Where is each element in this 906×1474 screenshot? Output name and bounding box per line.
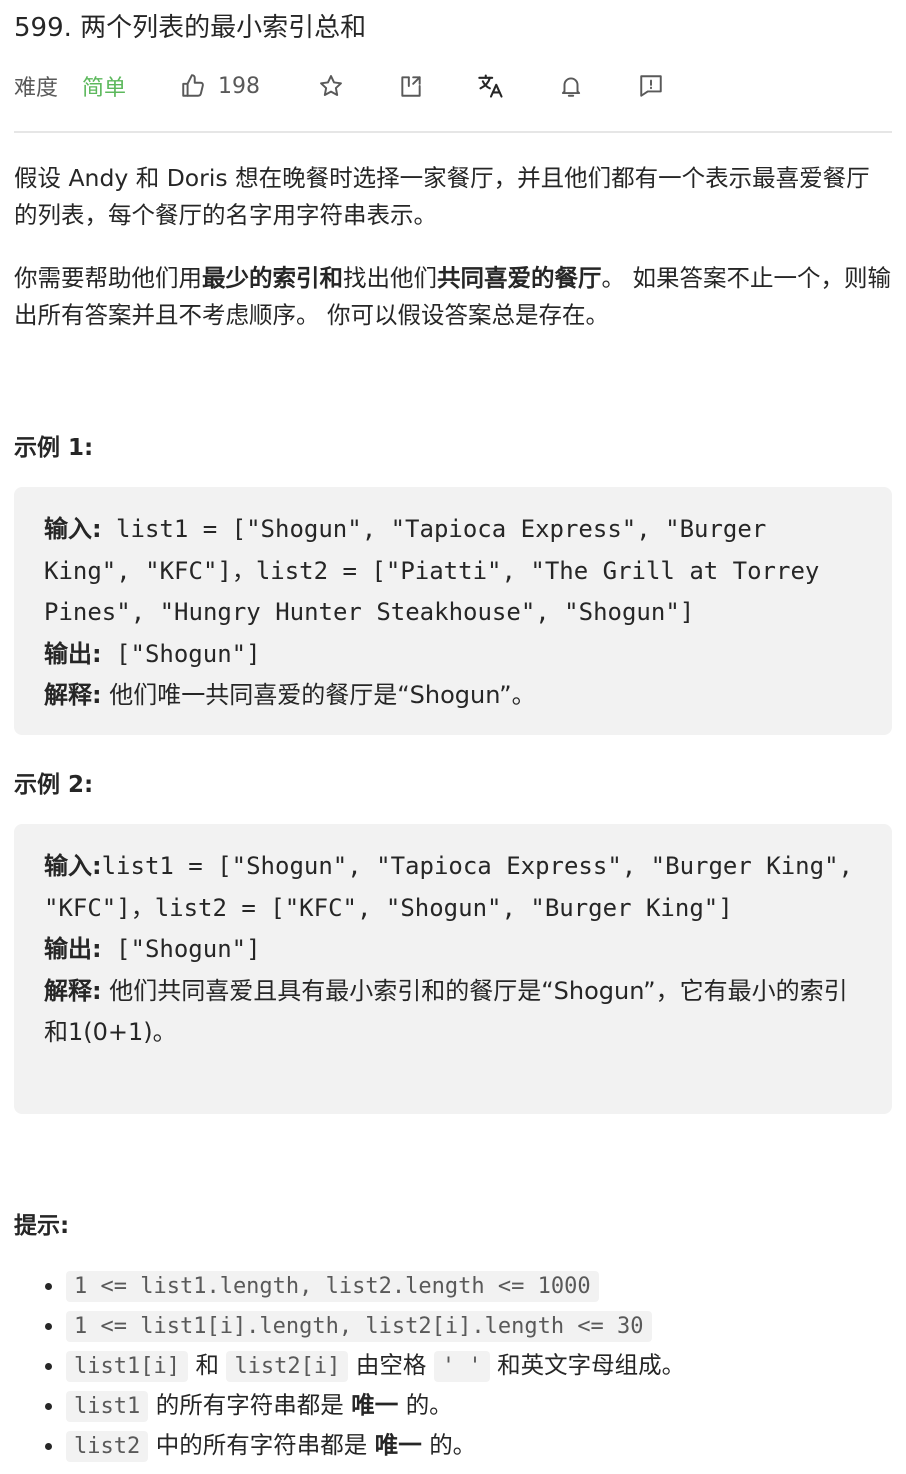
hint-bold: 唯一 [374,1431,422,1459]
output-label: 输出: [44,639,102,668]
hint-text: 的。 [429,1431,477,1459]
output-value: ["Shogun"] [101,935,261,963]
output-label: 输出: [44,935,102,963]
problem-meta-bar: 难度 简单 198 [14,66,892,106]
description-paragraph-1: 假设 Andy 和 Doris 想在晚餐时选择一家餐厅，并且他们都有一个表示最喜… [14,164,870,229]
input-value: list1 = ["Shogun", "Tapioca Express", "B… [44,515,834,626]
subscribe-button[interactable] [556,66,586,106]
difficulty-label: 难度 [14,76,59,101]
desc-bold: 最少的索引和 [202,264,343,292]
hint-text: 中的所有字符串都是 [155,1431,368,1459]
input-label: 输入: [44,852,102,880]
output-value: ["Shogun"] [101,639,261,668]
inline-code: 1 <= list1[i].length, list2[i].length <=… [66,1311,652,1342]
hint-text: 和 [195,1351,219,1379]
favorite-button[interactable] [316,66,346,106]
desc-bold: 共同喜爱的餐厅 [437,264,602,292]
star-icon [320,75,342,96]
problem-title: 599. 两个列表的最小索引总和 [14,13,367,43]
hint-text: 的所有字符串都是 [155,1391,344,1419]
inline-code: list2[i] [226,1351,349,1382]
hint-item: 1 <= list1.length, list2.length <= 1000 [66,1266,892,1306]
example-1-block: 输入: list1 = ["Shogun", "Tapioca Express"… [14,487,892,735]
feedback-button[interactable] [636,66,666,106]
explain-label: 解释: [44,681,102,709]
hint-item: list1[i] 和 list2[i] 由空格 ' ' 和英文字母组成。 [66,1346,892,1386]
input-label: 输入: [44,515,102,543]
hint-item: list1 的所有字符串都是 唯一 的。 [66,1386,892,1426]
translate-button[interactable] [476,66,506,106]
hints-list: 1 <= list1.length, list2.length <= 1000 … [14,1266,892,1466]
inline-code: list1[i] [66,1351,188,1382]
header-divider [14,131,892,133]
share-icon [401,76,421,97]
hint-item: list2 中的所有字符串都是 唯一 的。 [66,1426,892,1466]
hint-text: 的。 [405,1391,453,1419]
explain-value: 他们共同喜爱且具有最小索引和的餐厅是“Shogun”，它有最小的索引和1(0+1… [44,976,848,1047]
explain-label: 解释: [44,976,102,1005]
feedback-icon [640,75,662,97]
input-value: list1 = ["Shogun", "Tapioca Express", "B… [44,852,868,922]
share-button[interactable] [396,66,426,106]
example-1-heading: 示例 1: [14,435,94,461]
inline-code: list1 [66,1391,149,1422]
difficulty-value: 简单 [82,76,127,101]
hint-item: 1 <= list1[i].length, list2[i].length <=… [66,1306,892,1346]
like-count: 198 [218,73,260,99]
hint-bold: 唯一 [351,1391,399,1419]
hint-text: 和英文字母组成。 [497,1351,686,1379]
description-paragraph-2: 你需要帮助他们用最少的索引和找出他们共同喜爱的餐厅。 如果答案不止一个，则输出所… [14,260,892,334]
desc-text: 你需要帮助他们用 [14,264,202,292]
bell-icon [561,77,581,97]
translate-icon [478,74,503,98]
inline-code: ' ' [433,1351,490,1382]
example-2-block: 输入:list1 = ["Shogun", "Tapioca Express",… [14,824,892,1114]
example-2-heading: 示例 2: [14,772,94,798]
hint-text: 由空格 [355,1351,427,1379]
explain-value: 他们唯一共同喜爱的餐厅是“Shogun”。 [101,681,536,709]
desc-text: 找出他们 [343,264,437,292]
inline-code: list2 [66,1431,149,1462]
like-button[interactable]: 198 [180,66,260,106]
inline-code: 1 <= list1.length, list2.length <= 1000 [66,1271,599,1302]
thumbs-up-icon [182,74,204,97]
hints-heading: 提示: [14,1213,70,1239]
